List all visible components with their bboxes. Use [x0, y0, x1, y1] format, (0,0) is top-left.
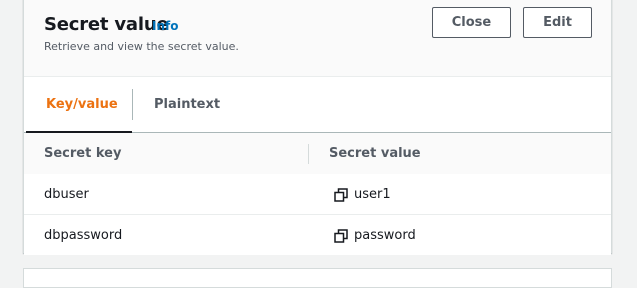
panel-title: Secret value	[44, 14, 169, 35]
secret-key-cell: dbuser	[44, 187, 89, 202]
secret-value-text: user1	[354, 187, 391, 202]
table-row: dbpassword password	[24, 215, 611, 255]
secret-value-panel: Secret value Info Retrieve and view the …	[23, 0, 612, 255]
copy-icon[interactable]	[334, 187, 348, 202]
secret-value-text: password	[354, 228, 416, 243]
table-row: dbuser user1	[24, 174, 611, 215]
panel-header: Secret value Info Retrieve and view the …	[24, 0, 611, 77]
tab-bar: Key/value Plaintext	[24, 77, 611, 133]
secret-value-cell: user1	[334, 187, 391, 202]
panel-subtitle: Retrieve and view the secret value.	[44, 40, 239, 53]
secret-value-cell: password	[334, 228, 416, 243]
table-header: Secret key Secret value	[24, 133, 611, 175]
tab-plaintext[interactable]: Plaintext	[154, 97, 220, 112]
tab-key-value[interactable]: Key/value	[46, 97, 118, 112]
next-panel	[23, 268, 612, 288]
column-header-secret-value: Secret value	[329, 146, 421, 161]
close-button[interactable]: Close	[432, 7, 511, 38]
info-link[interactable]: Info	[152, 19, 178, 33]
copy-icon[interactable]	[334, 228, 348, 243]
column-separator[interactable]	[308, 144, 309, 164]
edit-button[interactable]: Edit	[523, 7, 592, 38]
secret-key-cell: dbpassword	[44, 228, 123, 243]
column-header-secret-key: Secret key	[44, 146, 122, 161]
tab-divider	[132, 89, 133, 120]
